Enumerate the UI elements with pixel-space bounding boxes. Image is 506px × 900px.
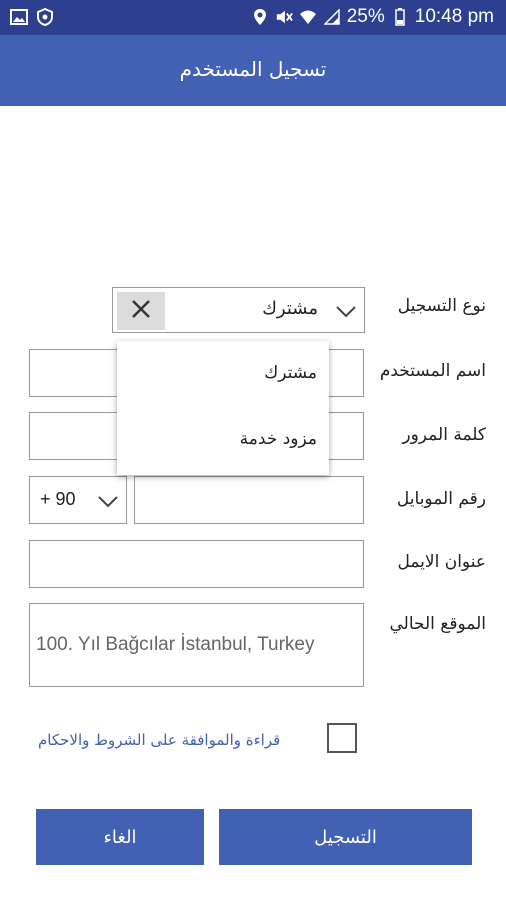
- app-bar: تسجيل المستخدم: [0, 35, 506, 106]
- page-title: تسجيل المستخدم: [179, 57, 327, 81]
- clock: 10:48 pm: [414, 6, 494, 27]
- clear-selection-button[interactable]: [117, 292, 165, 330]
- cancel-button[interactable]: الغاء: [36, 809, 204, 865]
- password-label: كلمة المرور: [402, 425, 486, 445]
- country-code-select[interactable]: + 90: [29, 476, 127, 524]
- chevron-down-icon: [334, 299, 358, 323]
- mute-icon: [275, 8, 293, 26]
- battery-icon: [391, 8, 409, 26]
- image-icon: [10, 8, 28, 26]
- register-button[interactable]: التسجيل: [219, 809, 472, 865]
- mobile-label: رقم الموبايل: [396, 489, 486, 509]
- location-field[interactable]: 100. Yıl Bağcılar İstanbul, Turkey: [29, 603, 364, 687]
- registration-type-label: نوع التسجيل: [397, 296, 486, 316]
- email-field[interactable]: [29, 540, 364, 588]
- terms-link[interactable]: قراءة والموافقة على الشروط والاحكام: [38, 731, 280, 749]
- mobile-field[interactable]: [134, 476, 364, 524]
- chevron-down-icon: [96, 489, 120, 513]
- location-label: الموقع الحالي: [389, 614, 487, 634]
- shield-icon: [36, 8, 54, 26]
- dropdown-option-subscriber[interactable]: مشترك: [264, 363, 317, 383]
- username-label: اسم المستخدم: [379, 361, 486, 381]
- email-label: عنوان الايمل: [397, 552, 486, 572]
- location-value: 100. Yıl Bağcılar İstanbul, Turkey: [36, 634, 315, 655]
- registration-type-value: مشترك: [262, 298, 318, 319]
- wifi-icon: [299, 8, 317, 26]
- status-bar: 25% 10:48 pm: [0, 0, 506, 35]
- close-icon: [130, 298, 152, 324]
- terms-checkbox[interactable]: [327, 723, 357, 753]
- country-code-value: + 90: [40, 489, 76, 509]
- location-icon: [251, 8, 269, 26]
- battery-percent: 25%: [346, 6, 385, 27]
- registration-type-select[interactable]: مشترك: [112, 287, 365, 333]
- dropdown-option-service-provider[interactable]: مزود خدمة: [240, 429, 317, 449]
- signal-icon: [323, 8, 341, 26]
- registration-type-dropdown: مشترك مزود خدمة: [117, 341, 329, 475]
